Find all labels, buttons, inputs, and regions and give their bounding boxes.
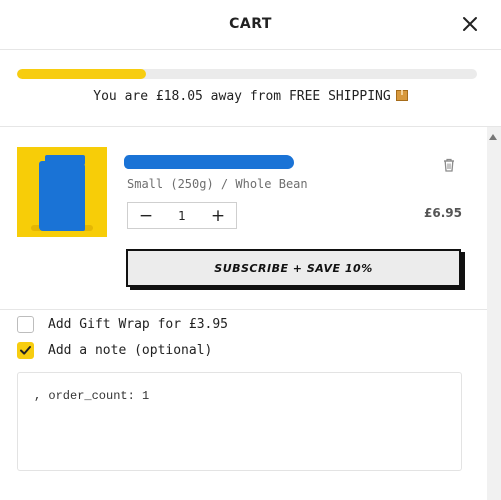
cart-header: CART [0,0,501,50]
note-checkbox[interactable] [17,342,34,359]
product-price: £6.95 [424,206,462,220]
divider [0,126,501,127]
close-icon[interactable] [459,13,481,35]
cart-title: CART [229,16,272,32]
shipping-progress-fill [17,69,146,79]
gift-wrap-label: Add Gift Wrap for £3.95 [48,317,229,332]
free-shipping-text: You are £18.05 away from FREE SHIPPING [93,89,391,104]
scroll-up-arrow-icon[interactable] [489,134,497,140]
quantity-value[interactable]: 1 [164,209,200,223]
product-image-redacted [39,161,85,231]
gift-wrap-option[interactable]: Add Gift Wrap for £3.95 [17,316,228,333]
package-icon [395,90,408,101]
decrement-button[interactable]: − [128,203,164,228]
note-option[interactable]: Add a note (optional) [17,342,212,359]
quantity-stepper: − 1 + [127,202,237,229]
checkmark-icon [20,346,31,355]
subscribe-save-button[interactable]: SUBSCRIBE + SAVE 10% [126,249,461,287]
trash-icon[interactable] [441,157,457,173]
product-thumbnail[interactable] [17,147,107,237]
gift-wrap-checkbox[interactable] [17,316,34,333]
shipping-progress-bar [17,69,477,79]
divider [0,309,487,310]
increment-button[interactable]: + [200,203,236,228]
note-label: Add a note (optional) [48,343,213,358]
free-shipping-message: You are £18.05 away from FREE SHIPPING [0,89,501,104]
product-name-redacted [124,155,294,169]
product-variant: Small (250g) / Whole Bean [127,177,308,191]
scrollbar[interactable] [487,127,501,500]
note-textarea[interactable]: , order_count: 1 [17,372,462,471]
